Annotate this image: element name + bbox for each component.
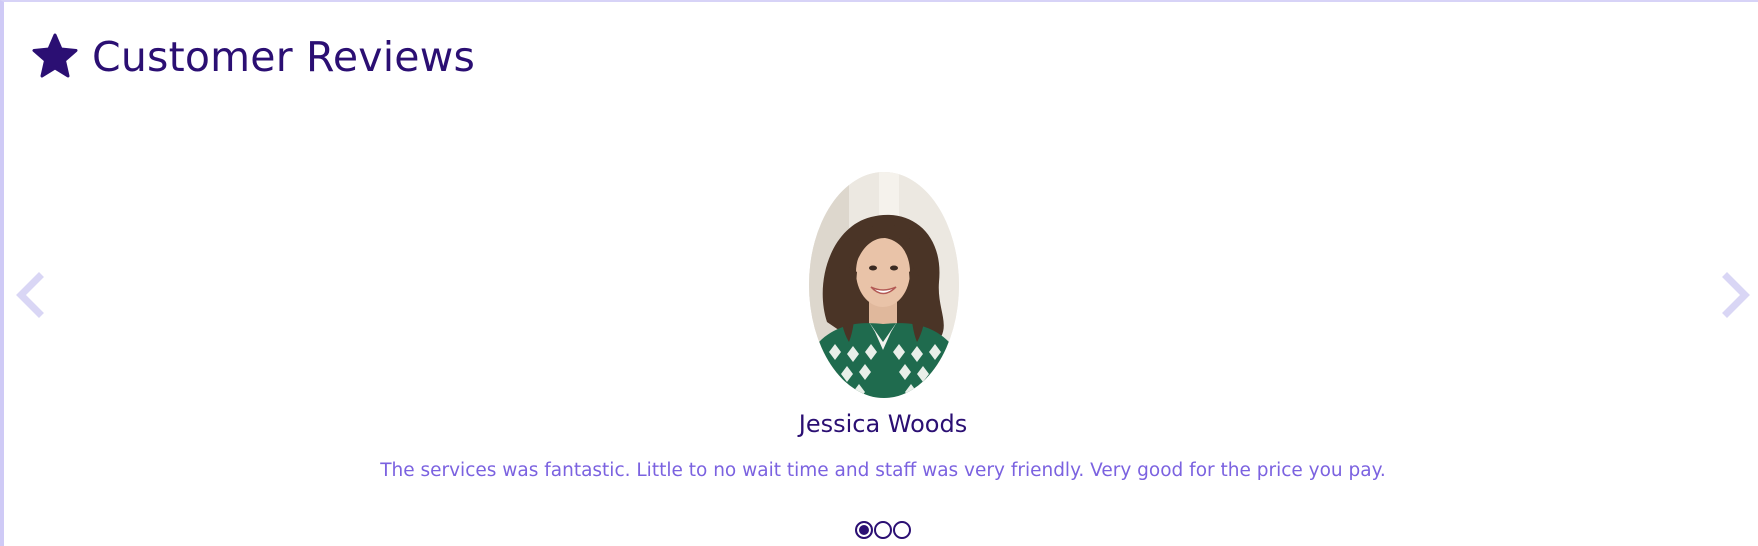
section-header: Customer Reviews — [30, 32, 475, 82]
section-title: Customer Reviews — [92, 33, 476, 81]
reviewer-avatar — [809, 172, 959, 398]
review-text: The services was fantastic. Little to no… — [380, 460, 1386, 481]
star-icon — [32, 33, 78, 78]
reviews-section: Customer Reviews Jessica Woods The servi… — [0, 0, 1758, 546]
carousel-dot-1[interactable] — [855, 521, 873, 539]
chevron-right-icon[interactable] — [1715, 271, 1753, 319]
carousel-pagination — [855, 521, 912, 539]
reviewer-name: Jessica Woods — [798, 410, 968, 438]
carousel-dot-3[interactable] — [893, 521, 911, 539]
carousel-dot-2[interactable] — [874, 521, 892, 539]
chevron-left-icon[interactable] — [13, 271, 51, 319]
